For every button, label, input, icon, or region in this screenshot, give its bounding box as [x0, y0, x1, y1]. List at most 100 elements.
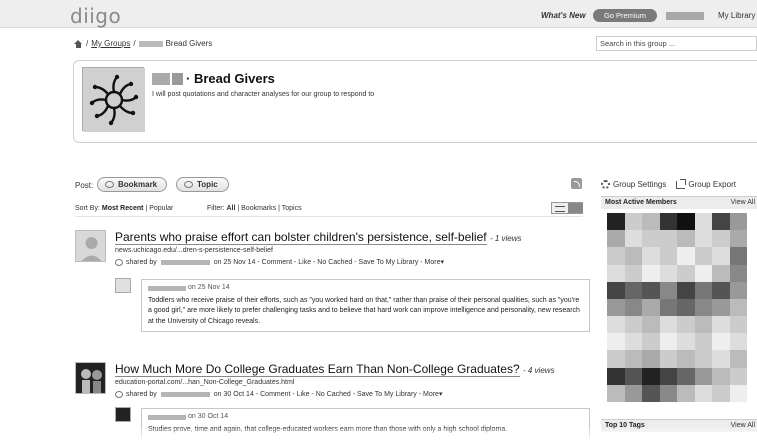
export-icon[interactable] [676, 178, 687, 189]
bookmark-title-text[interactable]: Parents who praise effort can bolster ch… [115, 230, 487, 245]
member-avatar-tile[interactable] [607, 213, 625, 231]
bookmark-title[interactable]: How Much More Do College Graduates Earn … [115, 362, 555, 377]
breadcrumb-my-groups[interactable]: My Groups [91, 39, 130, 48]
member-avatar-tile[interactable] [624, 333, 642, 351]
member-avatar-tile[interactable] [659, 281, 677, 299]
member-avatar-tile[interactable] [642, 213, 660, 231]
member-avatar-tile[interactable] [694, 281, 712, 299]
member-avatar-tile[interactable] [677, 264, 695, 282]
member-avatar-tile[interactable] [624, 367, 642, 385]
member-avatar-tile[interactable] [729, 350, 747, 368]
member-avatar-tile[interactable] [642, 230, 660, 248]
username-blurred[interactable] [666, 12, 704, 20]
filter-bookmarks[interactable]: Bookmarks [241, 205, 276, 212]
member-avatar-tile[interactable] [694, 333, 712, 351]
member-avatar-tile[interactable] [677, 230, 695, 248]
member-avatar-tile[interactable] [712, 316, 730, 334]
gear-icon[interactable] [601, 180, 610, 189]
group-search-input[interactable]: Search in this group ... [596, 36, 757, 51]
member-avatar-tile[interactable] [712, 264, 730, 282]
member-avatar-tile[interactable] [642, 316, 660, 334]
member-avatar-tile[interactable] [624, 298, 642, 317]
filter-all[interactable]: All [226, 205, 235, 212]
member-avatar-tile[interactable] [677, 350, 695, 368]
member-avatar-tile[interactable] [712, 384, 730, 402]
member-avatar-tile[interactable] [694, 350, 712, 368]
member-avatar-tile[interactable] [607, 384, 625, 402]
member-avatar-tile[interactable] [607, 247, 625, 265]
member-avatar-tile[interactable] [607, 350, 625, 368]
member-avatar-tile[interactable] [659, 333, 677, 351]
member-avatar-tile[interactable] [694, 367, 712, 385]
member-avatar-tile[interactable] [729, 264, 747, 282]
member-avatar-tile[interactable] [712, 350, 730, 368]
go-premium-button[interactable]: Go Premium [593, 9, 657, 22]
rss-icon[interactable] [571, 178, 582, 189]
member-avatar-tile[interactable] [729, 281, 747, 299]
member-avatar-tile[interactable] [659, 367, 677, 385]
member-avatar-tile[interactable] [677, 316, 695, 334]
member-avatar-tile[interactable] [607, 316, 625, 334]
member-avatar-tile[interactable] [712, 298, 730, 317]
sort-most-recent[interactable]: Most Recent [102, 205, 144, 212]
member-avatar-tile[interactable] [659, 230, 677, 248]
member-avatar-tile[interactable] [729, 367, 747, 385]
member-avatar-tile[interactable] [677, 247, 695, 265]
bookmark-actions[interactable]: - Comment - Like - No Cached - Save To M… [257, 258, 444, 266]
home-icon[interactable] [74, 39, 83, 48]
member-avatar-tile[interactable] [677, 281, 695, 299]
member-avatar-tile[interactable] [642, 247, 660, 265]
member-avatar-tile[interactable] [642, 384, 660, 402]
member-avatar-tile[interactable] [694, 213, 712, 231]
member-avatar-tile[interactable] [642, 281, 660, 299]
member-avatar-tile[interactable] [677, 298, 695, 317]
member-avatar-tile[interactable] [659, 213, 677, 231]
member-avatar-tile[interactable] [677, 333, 695, 351]
member-avatar-tile[interactable] [624, 230, 642, 248]
member-avatar-tile[interactable] [694, 298, 712, 317]
whats-new-link[interactable]: What's New [541, 11, 586, 20]
member-avatar-tile[interactable] [694, 264, 712, 282]
member-avatar-tile[interactable] [624, 247, 642, 265]
member-avatar-tile[interactable] [729, 213, 747, 231]
member-avatar-tile[interactable] [607, 298, 625, 317]
member-avatar-tile[interactable] [677, 367, 695, 385]
post-topic-button[interactable]: Topic [176, 177, 229, 192]
member-avatar-tile[interactable] [642, 367, 660, 385]
commenter-blurred[interactable] [148, 414, 186, 420]
member-avatar-tile[interactable] [712, 230, 730, 248]
member-avatar-tile[interactable] [729, 230, 747, 248]
user-avatar[interactable] [75, 230, 106, 262]
member-avatar-tile[interactable] [677, 384, 695, 402]
sharer-blurred[interactable] [160, 391, 210, 397]
member-avatar-tile[interactable] [659, 384, 677, 402]
commenter-avatar[interactable] [115, 407, 131, 422]
bookmark-title[interactable]: Parents who praise effort can bolster ch… [115, 230, 522, 245]
member-avatar-tile[interactable] [694, 384, 712, 402]
member-avatar-tile[interactable] [624, 213, 642, 231]
member-avatar-tile[interactable] [607, 230, 625, 248]
member-avatar-tile[interactable] [607, 281, 625, 299]
member-avatar-tile[interactable] [659, 247, 677, 265]
sort-popular[interactable]: Popular [149, 205, 173, 212]
post-bookmark-button[interactable]: Bookmark [97, 177, 167, 192]
member-avatar-tile[interactable] [642, 350, 660, 368]
member-avatar-tile[interactable] [729, 384, 747, 402]
member-avatar-tile[interactable] [729, 247, 747, 265]
member-avatar-tile[interactable] [712, 333, 730, 351]
member-avatar-tile[interactable] [712, 247, 730, 265]
bookmark-actions[interactable]: - Comment - Like - No Cached - Save To M… [256, 390, 443, 398]
view-mode-toggle[interactable] [551, 202, 583, 214]
filter-topics[interactable]: Topics [282, 205, 302, 212]
user-avatar[interactable] [75, 362, 106, 394]
commenter-avatar[interactable] [115, 278, 131, 293]
member-avatar-tile[interactable] [624, 264, 642, 282]
member-avatar-tile[interactable] [642, 264, 660, 282]
member-avatar-tile[interactable] [694, 247, 712, 265]
bookmark-url[interactable]: education-portal.com/...han_Non-College_… [115, 379, 294, 386]
group-export-link[interactable]: Group Export [688, 180, 736, 189]
member-avatar-tile[interactable] [642, 298, 660, 317]
member-avatar-tile[interactable] [694, 316, 712, 334]
member-avatar-tile[interactable] [607, 333, 625, 351]
member-avatar-tile[interactable] [607, 264, 625, 282]
